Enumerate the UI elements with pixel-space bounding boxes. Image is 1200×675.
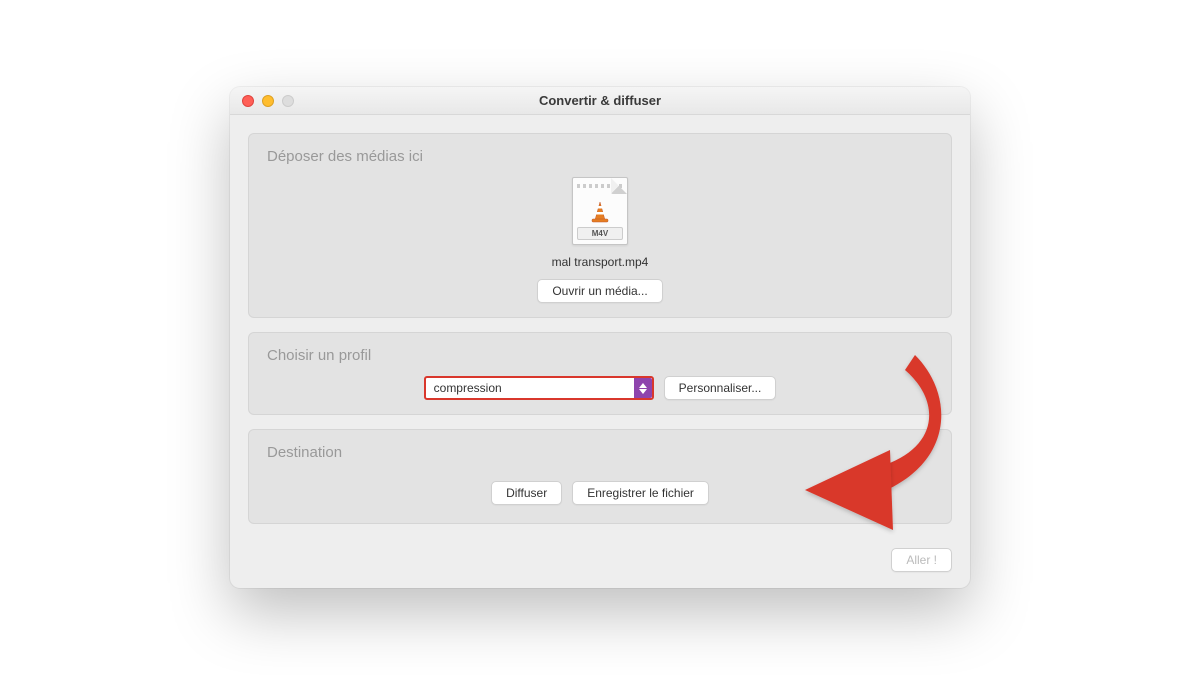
- destination-row: Diffuser Enregistrer le fichier: [267, 473, 933, 509]
- minimize-icon[interactable]: [262, 95, 274, 107]
- profile-section-title: Choisir un profil: [267, 347, 933, 364]
- app-window: Convertir & diffuser Déposer des médias …: [230, 87, 970, 588]
- destination-section-title: Destination: [267, 444, 933, 461]
- go-button[interactable]: Aller !: [891, 548, 952, 572]
- titlebar: Convertir & diffuser: [230, 87, 970, 115]
- format-badge: M4V: [577, 227, 623, 240]
- media-drop-area[interactable]: M4V mal transport.mp4 Ouvrir un média...: [267, 177, 933, 303]
- save-file-button[interactable]: Enregistrer le fichier: [572, 481, 709, 505]
- media-drop-section: Déposer des médias ici M4V mal transport…: [248, 133, 952, 318]
- chevron-updown-icon: [634, 378, 652, 398]
- destination-section: Destination Diffuser Enregistrer le fich…: [248, 429, 952, 524]
- stream-button[interactable]: Diffuser: [491, 481, 562, 505]
- traffic-lights: [230, 95, 294, 107]
- close-icon[interactable]: [242, 95, 254, 107]
- customize-button[interactable]: Personnaliser...: [664, 376, 777, 400]
- media-section-title: Déposer des médias ici: [267, 148, 933, 165]
- profile-select[interactable]: compression: [424, 376, 654, 400]
- maximize-icon: [282, 95, 294, 107]
- file-name-label: mal transport.mp4: [552, 255, 649, 269]
- media-file-icon: M4V: [572, 177, 628, 245]
- footer: Aller !: [230, 542, 970, 588]
- vlc-cone-icon: [587, 200, 613, 226]
- window-content: Déposer des médias ici M4V mal transport…: [230, 115, 970, 542]
- profile-section: Choisir un profil compression Personnali…: [248, 332, 952, 415]
- open-media-button[interactable]: Ouvrir un média...: [537, 279, 662, 303]
- profile-selected-label: compression: [426, 381, 634, 395]
- window-title: Convertir & diffuser: [230, 93, 970, 108]
- profile-row: compression Personnaliser...: [267, 376, 933, 400]
